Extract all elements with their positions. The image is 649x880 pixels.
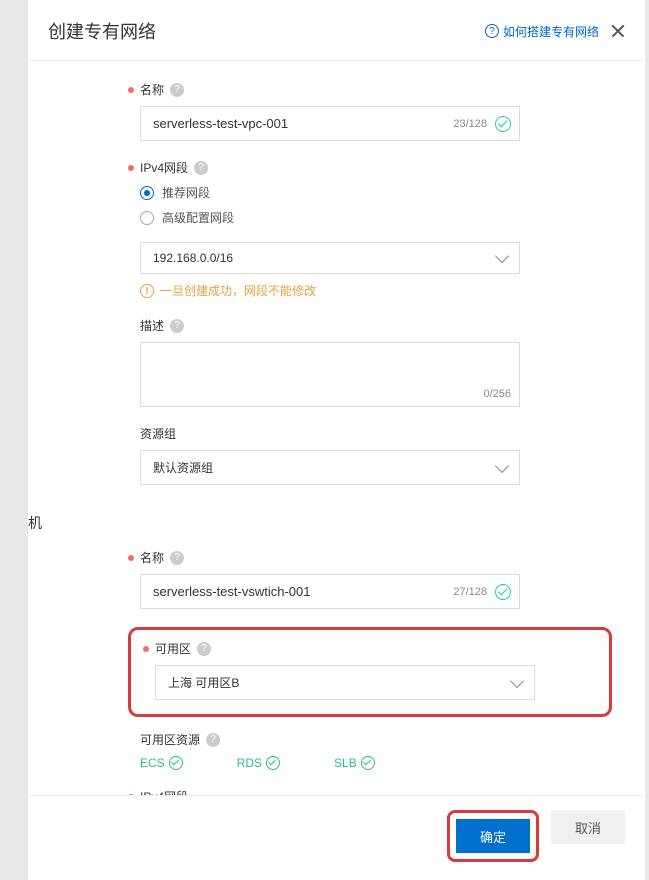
desc-label: 描述 (140, 317, 164, 334)
zone-highlight: 可用区 ? 上海 可用区B (128, 627, 612, 717)
warning-icon: ! (140, 284, 154, 298)
info-icon[interactable]: ? (194, 161, 208, 175)
vswitch-name-label: 名称 (140, 549, 164, 566)
create-vpc-modal: 创建专有网络 ? 如何搭建专有网络 名称 ? 23/128 (28, 0, 645, 880)
cancel-button[interactable]: 取消 (551, 810, 625, 844)
vswitch-name-char-count: 27/128 (453, 586, 495, 598)
vswitch-ipv4-label: IPv4网段 (140, 788, 188, 795)
check-icon (495, 584, 511, 600)
required-dot (128, 87, 134, 93)
vswitch-name-input[interactable] (141, 575, 453, 608)
info-icon[interactable]: ? (206, 733, 220, 747)
radio-icon (140, 211, 154, 225)
desc-textarea-wrap: 0/256 (140, 342, 520, 407)
vswitch-section-title: 交换机 (28, 503, 625, 533)
required-dot (128, 555, 134, 561)
desc-textarea[interactable] (141, 343, 519, 403)
name-char-count: 23/128 (453, 118, 495, 130)
radio-advanced[interactable]: 高级配置网段 (140, 209, 520, 226)
confirm-button[interactable]: 确定 (456, 819, 530, 853)
modal-header: 创建专有网络 ? 如何搭建专有网络 (28, 0, 645, 61)
radio-recommended[interactable]: 推荐网段 (140, 184, 520, 201)
help-link[interactable]: ? 如何搭建专有网络 (485, 23, 599, 40)
vpc-name-input[interactable] (141, 107, 453, 140)
confirm-highlight: 确定 (447, 810, 539, 862)
close-icon[interactable] (611, 24, 625, 38)
az-resources-label: 可用区资源 (140, 731, 200, 748)
info-icon[interactable]: ? (170, 551, 184, 565)
cidr-select[interactable]: 192.168.0.0/16 (140, 242, 520, 274)
az-resource-rds: RDS (237, 756, 280, 770)
resource-group-label: 资源组 (140, 425, 176, 442)
info-icon[interactable]: ? (170, 319, 184, 333)
chevron-down-icon (495, 458, 509, 472)
question-icon: ? (485, 24, 499, 38)
name-input-wrap: 23/128 (140, 106, 520, 141)
ipv4-label: IPv4网段 (140, 159, 188, 176)
modal-footer: 确定 取消 (28, 795, 645, 880)
check-icon (495, 116, 511, 132)
az-resource-ecs: ECS (140, 756, 183, 770)
name-label: 名称 (140, 81, 164, 98)
check-icon (361, 756, 375, 770)
chevron-down-icon (510, 673, 524, 687)
zone-label: 可用区 (155, 640, 191, 657)
vswitch-name-input-wrap: 27/128 (140, 574, 520, 609)
zone-select[interactable]: 上海 可用区B (155, 665, 535, 700)
info-icon[interactable]: ? (170, 83, 184, 97)
check-icon (266, 756, 280, 770)
required-dot (143, 646, 149, 652)
modal-title: 创建专有网络 (48, 18, 156, 44)
check-icon (169, 756, 183, 770)
cidr-warning: 一旦创建成功，网段不能修改 (160, 282, 316, 299)
required-dot (128, 165, 134, 171)
modal-body: 名称 ? 23/128 IPv4网段 ? 推荐网段 (28, 61, 645, 795)
radio-icon (140, 186, 154, 200)
az-resource-slb: SLB (334, 756, 375, 770)
desc-char-count: 0/256 (483, 388, 511, 400)
resource-group-select[interactable]: 默认资源组 (140, 450, 520, 485)
info-icon[interactable]: ? (197, 642, 211, 656)
chevron-down-icon (495, 249, 509, 263)
